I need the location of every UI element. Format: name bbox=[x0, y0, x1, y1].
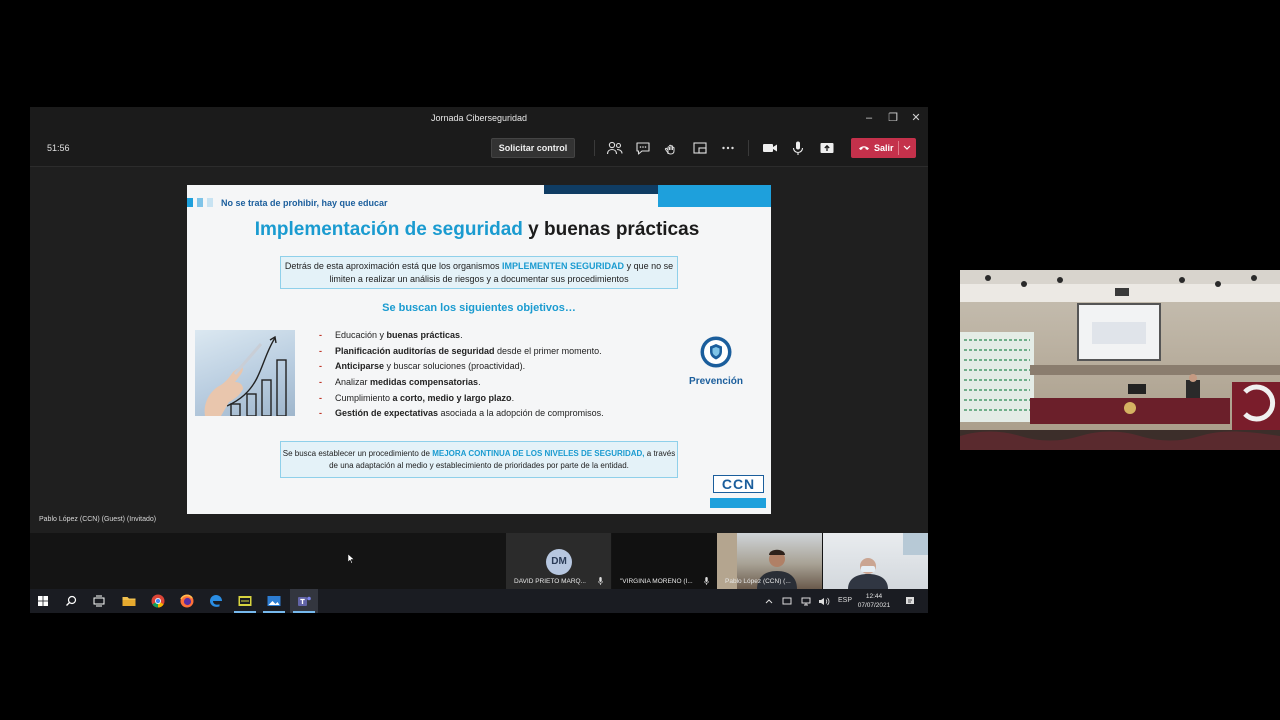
list-item: Planificación auditorías de seguridad de… bbox=[319, 344, 604, 360]
presentation-slide: No se trata de prohibir, hay que educar … bbox=[187, 185, 771, 514]
active-app-indicator bbox=[263, 611, 285, 613]
intro-box: Detrás de esta aproximación está que los… bbox=[280, 256, 678, 289]
phone-hangup-icon bbox=[859, 146, 869, 150]
edge-icon[interactable] bbox=[208, 593, 224, 609]
chevron-up-icon[interactable] bbox=[765, 598, 773, 604]
list-item: Cumplimiento a corto, medio y largo plaz… bbox=[319, 391, 604, 407]
search-icon[interactable] bbox=[63, 593, 79, 609]
reactions-icon[interactable] bbox=[662, 140, 680, 156]
participant-tile[interactable]: DM DAVID PRIETO MARQ... bbox=[506, 533, 611, 589]
slide-marker bbox=[187, 198, 193, 207]
intro-text-highlight: IMPLEMENTEN SEGURIDAD bbox=[502, 261, 625, 271]
windows-taskbar: ESP 12:44 07/07/2021 bbox=[30, 589, 928, 613]
mouse-cursor-icon bbox=[348, 554, 354, 564]
list-item: Educación y buenas prácticas. bbox=[319, 328, 604, 344]
slide-marker bbox=[207, 198, 213, 207]
presenter-name-label: Pablo López (CCN) (Guest) (Invitado) bbox=[39, 516, 157, 523]
windows-start-icon[interactable] bbox=[35, 593, 51, 609]
teams-taskbar-button[interactable] bbox=[290, 589, 318, 613]
header-bar-light bbox=[658, 185, 771, 207]
auditorium-video bbox=[960, 270, 1280, 450]
active-app-indicator bbox=[234, 611, 256, 613]
volume-icon[interactable] bbox=[818, 597, 830, 606]
objectives-list: Educación y buenas prácticas. Planificac… bbox=[319, 328, 604, 422]
shield-icon bbox=[700, 336, 732, 368]
slide-title: Implementación de seguridad y buenas prá… bbox=[187, 219, 767, 241]
title-bar: Jornada Ciberseguridad – ❐ ✕ bbox=[30, 107, 928, 129]
media-app-icon[interactable] bbox=[237, 593, 253, 609]
slide-title-rest: y buenas prácticas bbox=[528, 219, 700, 240]
objectives-heading: Se buscan los siguientes objetivos… bbox=[382, 302, 576, 314]
rooms-icon[interactable] bbox=[691, 140, 709, 156]
participant-name: DAVID PRIETO MARQ... bbox=[514, 578, 586, 585]
slide-marker bbox=[197, 198, 203, 207]
closing-text-pre: Se busca establecer un procedimiento de bbox=[282, 449, 430, 458]
notification-center-icon[interactable] bbox=[905, 596, 915, 606]
growth-chart-photo bbox=[195, 330, 295, 416]
minimize-icon[interactable]: – bbox=[858, 110, 880, 126]
task-view-icon[interactable] bbox=[91, 593, 107, 609]
active-app-indicator bbox=[293, 611, 315, 613]
chevron-down-icon[interactable] bbox=[903, 145, 911, 151]
file-explorer-icon[interactable] bbox=[121, 593, 137, 609]
meeting-timer: 51:56 bbox=[47, 143, 70, 153]
participant-name: Pablo López (CCN) (... bbox=[725, 578, 791, 585]
list-item: Analizar medidas compensatorias. bbox=[319, 375, 604, 391]
list-item: Anticiparse y buscar soluciones (proacti… bbox=[319, 359, 604, 375]
chrome-icon[interactable] bbox=[150, 593, 166, 609]
teams-window: Jornada Ciberseguridad – ❐ ✕ 51:56 Solic… bbox=[30, 107, 928, 613]
leave-button[interactable]: Salir bbox=[851, 138, 916, 158]
meeting-toolbar: 51:56 Solicitar control Salir bbox=[30, 129, 928, 167]
people-icon[interactable] bbox=[606, 140, 624, 156]
slide-top-label: No se trata de prohibir, hay que educar bbox=[221, 198, 388, 208]
leave-label: Salir bbox=[874, 143, 894, 153]
participant-video-tile[interactable]: Pablo López (CCN) (... bbox=[717, 533, 822, 589]
request-control-button[interactable]: Solicitar control bbox=[491, 138, 575, 158]
monitor-icon[interactable] bbox=[801, 597, 811, 606]
ccn-logo: CCN bbox=[713, 475, 764, 493]
participant-video-tile[interactable] bbox=[823, 533, 928, 589]
toolbar-divider bbox=[594, 140, 595, 156]
network-icon[interactable] bbox=[782, 597, 792, 605]
participant-strip: DM DAVID PRIETO MARQ... "VIRGINIA MORENO… bbox=[30, 533, 928, 589]
restore-icon[interactable]: ❐ bbox=[882, 110, 904, 126]
photos-app-icon[interactable] bbox=[266, 593, 282, 609]
prevention-label: Prevención bbox=[689, 376, 743, 387]
avatar: DM bbox=[546, 549, 572, 575]
clock-date: 07/07/2021 bbox=[857, 602, 891, 609]
leave-divider bbox=[898, 141, 899, 155]
share-icon[interactable] bbox=[818, 140, 836, 156]
participant-name: "VIRGINIA MORENO (I... bbox=[620, 578, 693, 585]
input-language-indicator[interactable]: ESP bbox=[838, 597, 852, 604]
list-item: Gestión de expectativas asociada a la ad… bbox=[319, 406, 604, 422]
more-icon[interactable] bbox=[719, 140, 737, 156]
toolbar-divider bbox=[748, 140, 749, 156]
closing-text-highlight: MEJORA CONTINUA DE LOS NIVELES DE SEGURI… bbox=[432, 449, 645, 458]
firefox-icon[interactable] bbox=[179, 593, 195, 609]
camera-icon[interactable] bbox=[761, 140, 779, 156]
closing-box: Se busca establecer un procedimiento de … bbox=[280, 441, 678, 478]
logo-accent-bar bbox=[710, 498, 766, 508]
close-icon[interactable]: ✕ bbox=[905, 110, 927, 126]
mic-off-icon bbox=[598, 577, 603, 585]
window-title: Jornada Ciberseguridad bbox=[430, 113, 528, 123]
bar-chart-illustration bbox=[204, 335, 287, 416]
room-camera-feed bbox=[960, 270, 1280, 450]
screen: Jornada Ciberseguridad – ❐ ✕ 51:56 Solic… bbox=[0, 0, 1280, 720]
clock-time: 12:44 bbox=[865, 593, 883, 600]
mic-off-icon bbox=[704, 577, 709, 585]
participant-tile[interactable]: "VIRGINIA MORENO (I... bbox=[612, 533, 717, 589]
mic-icon[interactable] bbox=[789, 140, 807, 156]
taskbar-clock[interactable]: 12:44 07/07/2021 bbox=[854, 592, 894, 610]
header-bar-dark bbox=[544, 185, 658, 194]
slide-title-highlight: Implementación de seguridad bbox=[254, 219, 523, 240]
teams-icon bbox=[298, 596, 311, 606]
participant-video bbox=[848, 533, 928, 589]
intro-text-pre: Detrás de esta aproximación está que los… bbox=[284, 261, 500, 271]
chat-icon[interactable] bbox=[634, 140, 652, 156]
